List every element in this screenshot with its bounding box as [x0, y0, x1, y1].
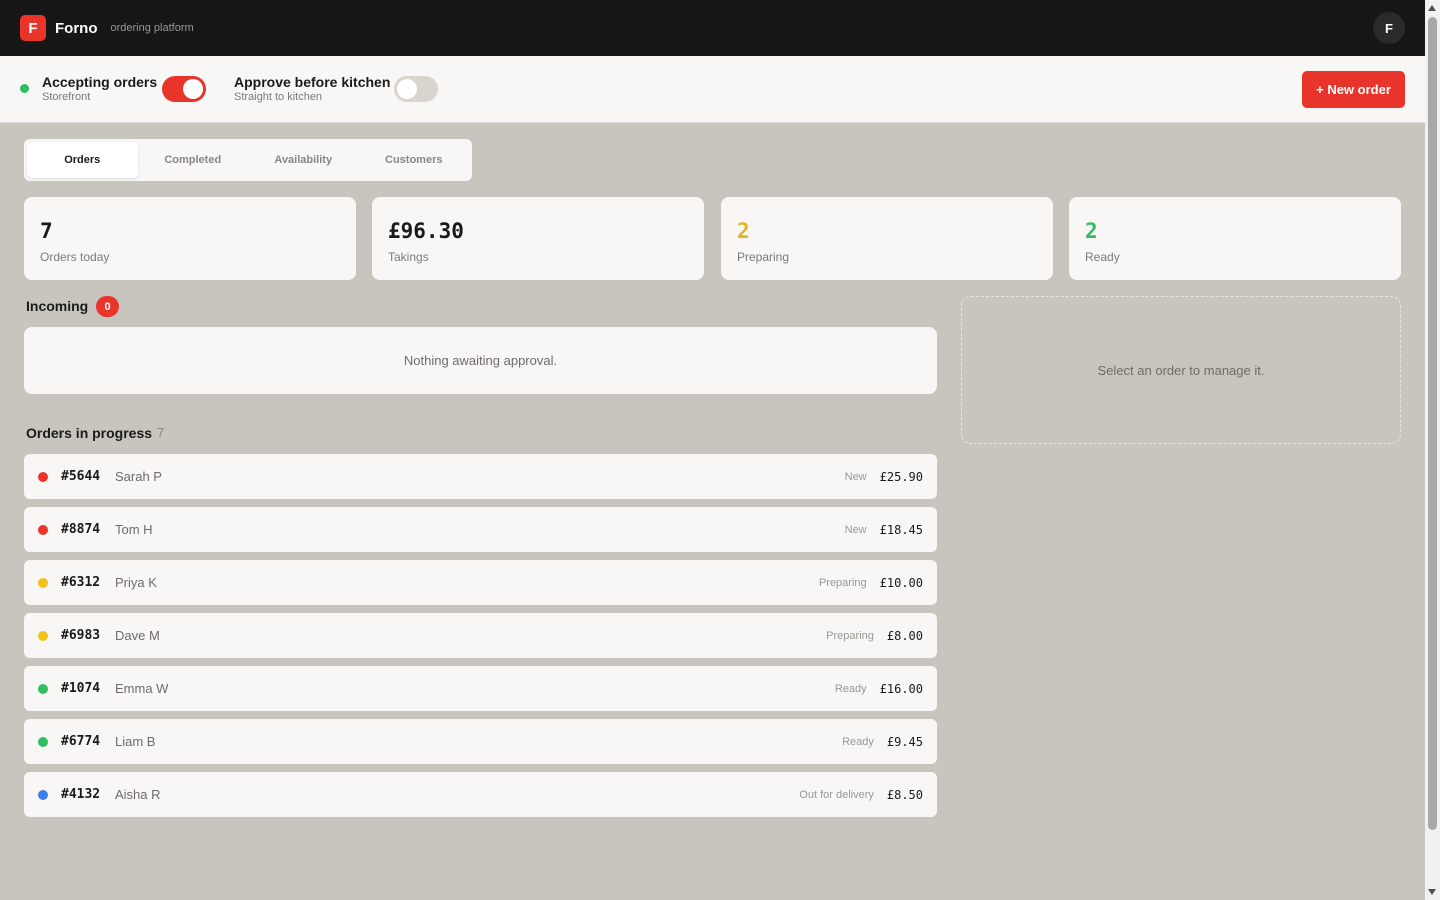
order-detail-placeholder: Select an order to manage it.: [961, 296, 1401, 444]
tab-availability[interactable]: Availability: [248, 142, 359, 178]
order-status-dot: [38, 630, 48, 641]
accepting-status-dot: [20, 84, 29, 93]
toggle-knob: [397, 79, 417, 99]
order-status: Preparing: [818, 576, 867, 589]
order-status: Preparing: [826, 629, 874, 642]
orders-in-progress-title: Orders in progress: [26, 425, 153, 441]
stat-label: Takings: [388, 250, 429, 264]
order-status-dot: [38, 524, 48, 535]
order-customer: Priya K: [115, 575, 157, 590]
order-amount: £8.50: [886, 787, 923, 802]
stat-value: 2: [1085, 219, 1098, 243]
order-number: #1074: [61, 681, 101, 696]
order-customer: Sarah P: [115, 469, 162, 484]
order-amount: £25.90: [879, 469, 923, 484]
order-amount: £10.00: [879, 575, 923, 590]
incoming-count-badge: 0: [96, 296, 119, 317]
order-status-dot: [38, 736, 48, 747]
order-status: New: [844, 470, 867, 483]
order-row[interactable]: #8874 Tom H New £18.45: [24, 507, 937, 552]
tab-orders[interactable]: Orders: [27, 142, 138, 178]
stat-card-ready: 2 Ready: [1069, 197, 1401, 280]
approve-kitchen-toggle[interactable]: [394, 76, 438, 102]
incoming-title: Incoming: [26, 298, 89, 314]
order-customer: Liam B: [115, 734, 156, 749]
order-customer: Tom H: [115, 522, 153, 537]
page-scrollbar[interactable]: [1425, 0, 1440, 900]
order-amount: £16.00: [879, 681, 923, 696]
scroll-down-arrow-icon[interactable]: [1428, 889, 1436, 895]
tab-customers[interactable]: Customers: [359, 142, 470, 178]
order-number: #6983: [61, 628, 101, 643]
user-avatar[interactable]: F: [1373, 12, 1405, 44]
order-number: #6312: [61, 575, 101, 590]
stat-label: Orders today: [40, 250, 110, 264]
stat-label: Preparing: [737, 250, 790, 264]
order-row[interactable]: #6774 Liam B Ready £9.45: [24, 719, 937, 764]
tab-completed[interactable]: Completed: [138, 142, 249, 178]
order-amount: £18.45: [879, 522, 923, 537]
approve-kitchen-sub: Straight to kitchen: [234, 91, 323, 103]
order-row[interactable]: #6983 Dave M Preparing £8.00: [24, 613, 937, 658]
stat-card-preparing: 2 Preparing: [721, 197, 1053, 280]
order-row[interactable]: #1074 Emma W Ready £16.00: [24, 666, 937, 711]
controls-bar: Accepting orders Storefront Approve befo…: [0, 56, 1425, 123]
toggle-knob: [183, 79, 203, 99]
incoming-empty-state: Nothing awaiting approval.: [24, 327, 937, 394]
stat-card-takings: £96.30 Takings: [372, 197, 704, 280]
stat-value: 7: [40, 219, 53, 243]
order-number: #4132: [61, 787, 101, 802]
scroll-thumb[interactable]: [1428, 17, 1437, 830]
approve-kitchen-label: Approve before kitchen: [234, 74, 391, 90]
order-status-dot: [38, 683, 48, 694]
order-status: Ready: [842, 735, 874, 748]
orders-in-progress-count: 7: [157, 425, 165, 440]
order-status: New: [844, 523, 867, 536]
order-status-dot: [38, 471, 48, 482]
stat-card-orders-today: 7 Orders today: [24, 197, 356, 280]
accepting-orders-sub: Storefront: [42, 91, 91, 103]
order-amount: £9.45: [886, 734, 923, 749]
app-name: Forno: [55, 19, 98, 37]
accepting-orders-label: Accepting orders: [42, 74, 158, 90]
order-amount: £8.00: [886, 628, 923, 643]
order-status-dot: [38, 789, 48, 800]
logo-icon: F: [20, 15, 46, 41]
order-number: #8874: [61, 522, 101, 537]
order-customer: Dave M: [115, 628, 160, 643]
app-subtitle: ordering platform: [110, 22, 194, 34]
order-status: Ready: [834, 682, 867, 695]
scroll-up-arrow-icon[interactable]: [1428, 5, 1436, 11]
order-row[interactable]: #4132 Aisha R Out for delivery £8.50: [24, 772, 937, 817]
order-number: #5644: [61, 469, 101, 484]
accepting-orders-toggle[interactable]: [162, 76, 206, 102]
order-row[interactable]: #5644 Sarah P New £25.90: [24, 454, 937, 499]
order-status-dot: [38, 577, 48, 588]
stat-value: £96.30: [388, 219, 464, 243]
top-bar: F Forno ordering platform F: [0, 0, 1425, 56]
tab-bar: Orders Completed Availability Customers: [24, 139, 472, 181]
order-customer: Emma W: [115, 681, 169, 696]
order-row[interactable]: #6312 Priya K Preparing £10.00: [24, 560, 937, 605]
stat-label: Ready: [1085, 250, 1120, 264]
order-number: #6774: [61, 734, 101, 749]
stat-value: 2: [737, 219, 750, 243]
order-customer: Aisha R: [115, 787, 161, 802]
new-order-button[interactable]: + New order: [1302, 71, 1405, 108]
order-status: Out for delivery: [799, 788, 874, 801]
orders-list: #5644 Sarah P New £25.90 #8874 Tom H New…: [24, 454, 937, 825]
